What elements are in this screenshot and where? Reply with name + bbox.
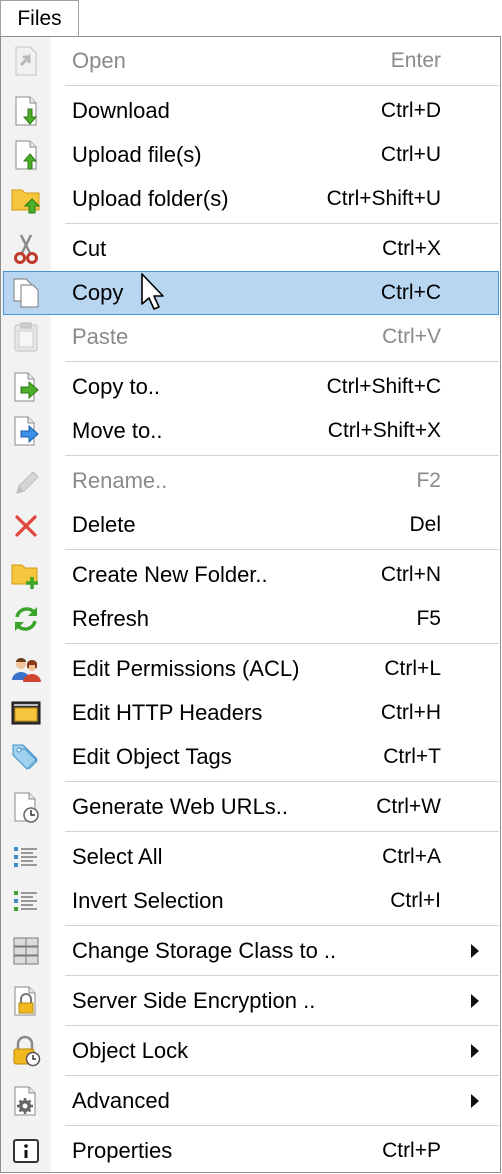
menu-item-create-new-folder[interactable]: Create New Folder.. Ctrl+N [3, 553, 499, 597]
paste-icon [11, 321, 41, 353]
window-icon [11, 697, 41, 729]
menu-item-paste[interactable]: Paste Ctrl+V [3, 315, 499, 359]
download-icon [11, 95, 41, 127]
menu-item-edit-object-tags[interactable]: Edit Object Tags Ctrl+T [3, 735, 499, 779]
menu-item-edit-http-headers[interactable]: Edit HTTP Headers Ctrl+H [3, 691, 499, 735]
files-menu[interactable]: Files [0, 0, 79, 36]
menu-item-generate-web-urls[interactable]: Generate Web URLs.. Ctrl+W [3, 785, 499, 829]
open-icon [11, 45, 41, 77]
delete-icon [11, 509, 41, 541]
separator [65, 925, 499, 926]
submenu-arrow-icon [471, 944, 479, 958]
pencil-icon [11, 465, 41, 497]
copy-to-icon [11, 371, 41, 403]
separator [65, 643, 499, 644]
menu-item-copy[interactable]: Copy Ctrl+C [3, 271, 499, 315]
menu-item-change-storage-class[interactable]: Change Storage Class to .. [3, 929, 499, 973]
list-icon [11, 841, 41, 873]
menu-item-edit-permissions[interactable]: Edit Permissions (ACL) Ctrl+L [3, 647, 499, 691]
menu-item-delete[interactable]: Delete Del [3, 503, 499, 547]
separator [65, 831, 499, 832]
separator [65, 1075, 499, 1076]
upload-folder-icon [11, 183, 41, 215]
menu-item-advanced[interactable]: Advanced [3, 1079, 499, 1123]
storage-icon [11, 935, 41, 967]
scissors-icon [11, 233, 41, 265]
separator [65, 223, 499, 224]
submenu-arrow-icon [471, 994, 479, 1008]
menu-item-download[interactable]: Download Ctrl+D [3, 89, 499, 133]
list-invert-icon [11, 885, 41, 917]
separator [65, 1025, 499, 1026]
copy-icon [11, 277, 41, 309]
menu-item-properties[interactable]: Properties Ctrl+P [3, 1129, 499, 1173]
menu-item-move-to[interactable]: Move to.. Ctrl+Shift+X [3, 409, 499, 453]
menu-item-server-side-encryption[interactable]: Server Side Encryption .. [3, 979, 499, 1023]
menu-item-cut[interactable]: Cut Ctrl+X [3, 227, 499, 271]
gear-file-icon [11, 1085, 41, 1117]
menu-item-upload-folders[interactable]: Upload folder(s) Ctrl+Shift+U [3, 177, 499, 221]
separator [65, 361, 499, 362]
users-icon [11, 653, 41, 685]
separator [65, 975, 499, 976]
separator [65, 85, 499, 86]
menu-item-rename[interactable]: Rename.. F2 [3, 459, 499, 503]
mouse-cursor-icon [140, 272, 166, 314]
menu-bar: Files [0, 0, 502, 37]
menu-item-upload-files[interactable]: Upload file(s) Ctrl+U [3, 133, 499, 177]
upload-file-icon [11, 139, 41, 171]
tags-icon [11, 741, 41, 773]
new-folder-icon [11, 559, 41, 591]
move-to-icon [11, 415, 41, 447]
lock-file-icon [11, 985, 41, 1017]
menu-item-refresh[interactable]: Refresh F5 [3, 597, 499, 641]
separator [65, 549, 499, 550]
separator [65, 455, 499, 456]
menu-item-invert-selection[interactable]: Invert Selection Ctrl+I [3, 879, 499, 923]
separator [65, 781, 499, 782]
files-context-menu: Open Enter Download Ctrl+D Upload file(s… [0, 36, 501, 1173]
separator [65, 1125, 499, 1126]
submenu-arrow-icon [471, 1044, 479, 1058]
info-icon [11, 1135, 41, 1167]
menu-item-open[interactable]: Open Enter [3, 39, 499, 83]
padlock-clock-icon [11, 1035, 41, 1067]
submenu-arrow-icon [471, 1094, 479, 1108]
menu-item-copy-to[interactable]: Copy to.. Ctrl+Shift+C [3, 365, 499, 409]
menu-item-select-all[interactable]: Select All Ctrl+A [3, 835, 499, 879]
menu-item-object-lock[interactable]: Object Lock [3, 1029, 499, 1073]
clock-file-icon [11, 791, 41, 823]
refresh-icon [11, 603, 41, 635]
